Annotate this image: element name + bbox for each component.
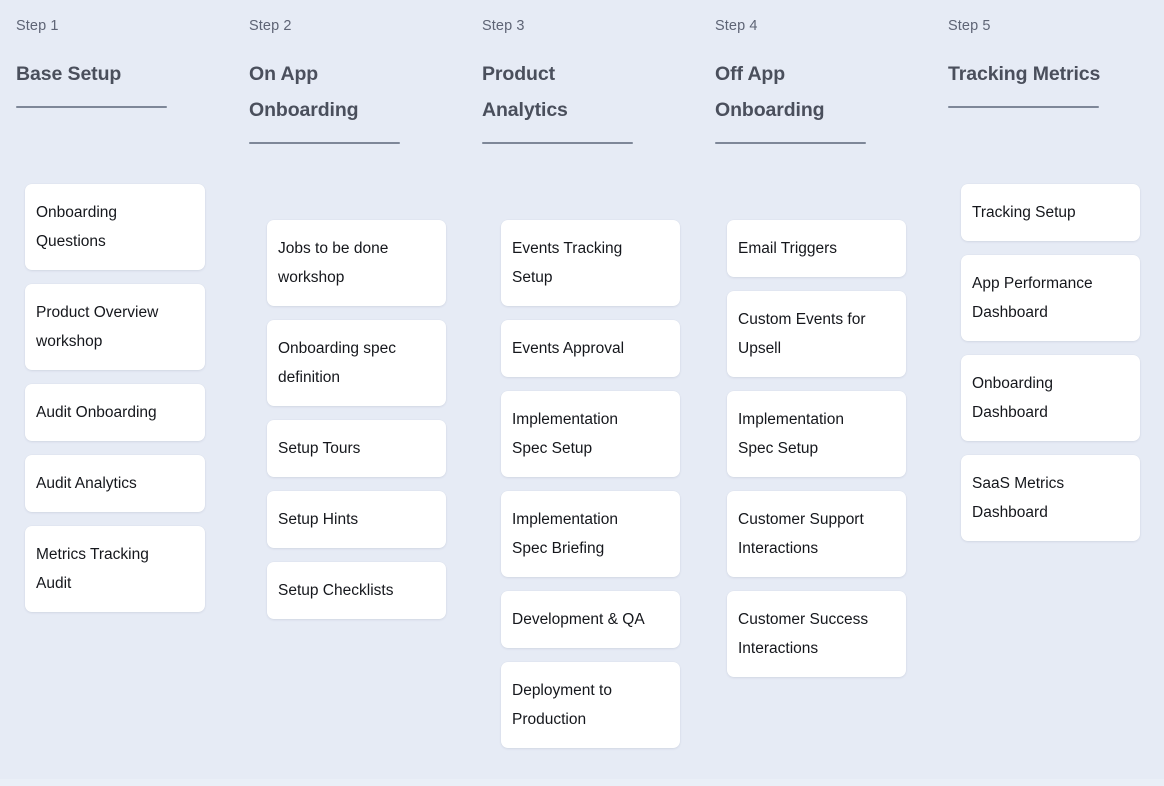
step-column-3: Step 3 Product Analytics Events Tracking… bbox=[466, 0, 699, 786]
task-card[interactable]: Development & QA bbox=[501, 591, 680, 648]
task-card-label: Jobs to be done workshop bbox=[278, 240, 389, 286]
step-label-5: Step 5 bbox=[948, 18, 991, 34]
task-card-label: Onboarding Questions bbox=[36, 204, 118, 250]
step-title-4: Off App Onboarding bbox=[715, 63, 825, 121]
task-card[interactable]: Tracking Setup bbox=[961, 184, 1140, 241]
column-header-5: Step 5 Tracking Metrics bbox=[932, 0, 1164, 108]
column-header-2: Step 2 On App Onboarding bbox=[233, 0, 466, 144]
task-card[interactable]: Deployment to Production bbox=[501, 662, 680, 748]
task-card[interactable]: Custom Events for Upsell bbox=[727, 291, 906, 377]
step-title-2: On App Onboarding bbox=[249, 63, 359, 121]
task-card[interactable]: Customer Success Interactions bbox=[727, 591, 906, 677]
task-card-label: Deployment to Production bbox=[512, 682, 612, 728]
step-column-4: Step 4 Off App Onboarding Email Triggers… bbox=[699, 0, 932, 786]
roadmap-board: Step 1 Base Setup Onboarding Questions P… bbox=[0, 0, 1164, 786]
step-column-2: Step 2 On App Onboarding Jobs to be done… bbox=[233, 0, 466, 786]
task-card-label: SaaS Metrics Dashboard bbox=[972, 475, 1065, 521]
task-card-label: Onboarding spec definition bbox=[278, 340, 397, 386]
task-card-label: Setup Checklists bbox=[278, 582, 394, 599]
card-list-3: Events Tracking Setup Events Approval Im… bbox=[466, 220, 699, 748]
task-card-label: Onboarding Dashboard bbox=[972, 375, 1054, 421]
card-list-1: Onboarding Questions Product Overview wo… bbox=[0, 184, 233, 612]
task-card[interactable]: Onboarding Dashboard bbox=[961, 355, 1140, 441]
step-label-4: Step 4 bbox=[715, 18, 758, 34]
task-card-label: Audit Onboarding bbox=[36, 404, 157, 421]
task-card[interactable]: App Performance Dashboard bbox=[961, 255, 1140, 341]
task-card-label: Product Overview workshop bbox=[36, 304, 159, 350]
task-card[interactable]: Setup Hints bbox=[267, 491, 446, 548]
task-card-label: Implementation Spec Setup bbox=[738, 411, 844, 457]
task-card-label: Customer Support Interactions bbox=[738, 511, 864, 557]
task-card-label: Customer Success Interactions bbox=[738, 611, 869, 657]
task-card[interactable]: Setup Checklists bbox=[267, 562, 446, 619]
task-card[interactable]: Implementation Spec Briefing bbox=[501, 491, 680, 577]
step-label-3: Step 3 bbox=[482, 18, 525, 34]
task-card[interactable]: Implementation Spec Setup bbox=[727, 391, 906, 477]
task-card[interactable]: Events Tracking Setup bbox=[501, 220, 680, 306]
task-card-label: App Performance Dashboard bbox=[972, 275, 1093, 321]
card-list-4: Email Triggers Custom Events for Upsell … bbox=[699, 220, 932, 677]
task-card[interactable]: SaaS Metrics Dashboard bbox=[961, 455, 1140, 541]
task-card[interactable]: Audit Analytics bbox=[25, 455, 205, 512]
task-card[interactable]: Jobs to be done workshop bbox=[267, 220, 446, 306]
column-divider-3 bbox=[482, 142, 633, 144]
task-card-label: Custom Events for Upsell bbox=[738, 311, 866, 357]
task-card-label: Events Tracking Setup bbox=[512, 240, 623, 286]
column-header-3: Step 3 Product Analytics bbox=[466, 0, 699, 144]
task-card[interactable]: Product Overview workshop bbox=[25, 284, 205, 370]
step-label-1: Step 1 bbox=[16, 18, 59, 34]
task-card-label: Tracking Setup bbox=[972, 204, 1076, 221]
column-divider-4 bbox=[715, 142, 866, 144]
column-header-4: Step 4 Off App Onboarding bbox=[699, 0, 932, 144]
task-card-label: Setup Hints bbox=[278, 511, 359, 528]
task-card[interactable]: Implementation Spec Setup bbox=[501, 391, 680, 477]
task-card[interactable]: Audit Onboarding bbox=[25, 384, 205, 441]
step-column-5: Step 5 Tracking Metrics Tracking Setup A… bbox=[932, 0, 1164, 786]
task-card-label: Events Approval bbox=[512, 340, 625, 357]
task-card[interactable]: Customer Support Interactions bbox=[727, 491, 906, 577]
task-card[interactable]: Events Approval bbox=[501, 320, 680, 377]
task-card[interactable]: Onboarding Questions bbox=[25, 184, 205, 270]
bottom-edge-strip bbox=[0, 779, 1164, 786]
step-title-1: Base Setup bbox=[16, 63, 122, 85]
task-card[interactable]: Onboarding spec definition bbox=[267, 320, 446, 406]
card-list-5: Tracking Setup App Performance Dashboard… bbox=[932, 184, 1164, 541]
step-column-1: Step 1 Base Setup Onboarding Questions P… bbox=[0, 0, 233, 786]
step-title-3: Product Analytics bbox=[482, 63, 568, 121]
task-card[interactable]: Metrics Tracking Audit bbox=[25, 526, 205, 612]
column-divider-1 bbox=[16, 106, 167, 108]
task-card-label: Metrics Tracking Audit bbox=[36, 546, 149, 592]
task-card-label: Audit Analytics bbox=[36, 475, 137, 492]
task-card[interactable]: Setup Tours bbox=[267, 420, 446, 477]
step-title-5: Tracking Metrics bbox=[948, 63, 1101, 85]
column-divider-2 bbox=[249, 142, 400, 144]
task-card[interactable]: Email Triggers bbox=[727, 220, 906, 277]
task-card-label: Setup Tours bbox=[278, 440, 361, 457]
column-header-1: Step 1 Base Setup bbox=[0, 0, 233, 108]
step-label-2: Step 2 bbox=[249, 18, 292, 34]
task-card-label: Implementation Spec Briefing bbox=[512, 511, 618, 557]
task-card-label: Development & QA bbox=[512, 611, 645, 628]
card-list-2: Jobs to be done workshop Onboarding spec… bbox=[233, 220, 466, 619]
task-card-label: Email Triggers bbox=[738, 240, 838, 257]
task-card-label: Implementation Spec Setup bbox=[512, 411, 618, 457]
column-divider-5 bbox=[948, 106, 1099, 108]
